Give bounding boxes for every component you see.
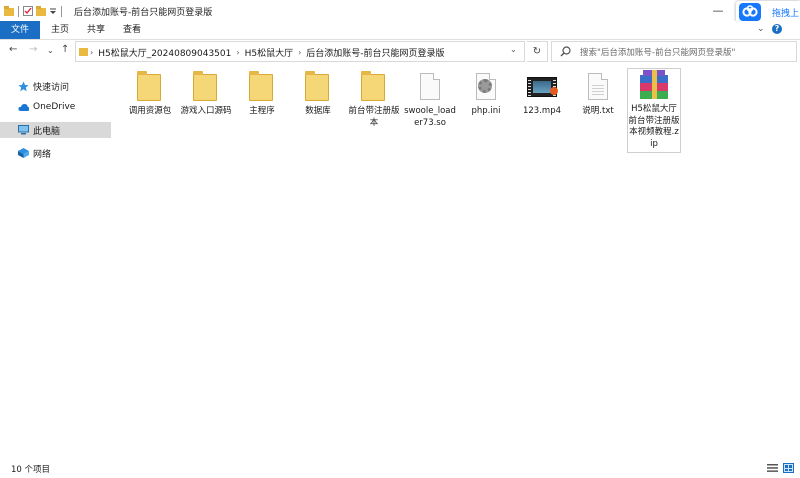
blank-file-icon: [414, 71, 446, 103]
cloud-icon: [18, 102, 29, 113]
file-item-text[interactable]: 说明.txt: [570, 71, 626, 118]
item-count: 10 个项目: [11, 465, 51, 475]
details-view-icon[interactable]: [767, 463, 778, 473]
quick-access-toolbar: [4, 4, 63, 18]
file-item-settings[interactable]: php.ini: [458, 71, 514, 118]
properties-icon[interactable]: [23, 6, 33, 16]
archive-file-icon: [638, 69, 670, 101]
file-item-video[interactable]: 123.mp4: [514, 71, 570, 118]
network-icon: [18, 148, 29, 159]
window-title: 后台添加账号-前台只能网页登录版: [74, 8, 213, 18]
new-folder-icon[interactable]: [36, 6, 46, 16]
tab-home[interactable]: 主页: [46, 21, 74, 39]
file-name: 游戏入口源码: [180, 106, 232, 116]
sidebar-item-label: 快速访问: [33, 82, 70, 93]
text-file-icon: [582, 71, 614, 103]
tab-view[interactable]: 查看: [118, 21, 146, 39]
folder-icon: [134, 71, 166, 103]
navigation-pane: 快速访问 OneDrive 此电脑 网络: [0, 62, 113, 457]
up-arrow-icon[interactable]: ↑: [61, 44, 69, 55]
tab-file[interactable]: 文件: [0, 21, 40, 39]
folder-icon: [4, 6, 14, 16]
sidebar-item-onedrive[interactable]: OneDrive: [0, 99, 111, 115]
breadcrumb-item-parent[interactable]: H5松鼠大厅: [245, 46, 294, 59]
toolbar-separator: [61, 5, 62, 17]
status-bar: 10 个项目: [0, 458, 800, 478]
title-bar: 后台添加账号-前台只能网页登录版 — 拖拽上: [0, 0, 800, 23]
file-item-folder[interactable]: 调用资源包: [122, 71, 178, 118]
settings-file-icon: [470, 71, 502, 103]
file-item-folder[interactable]: 数据库: [290, 71, 346, 118]
sidebar-item-network[interactable]: 网络: [0, 145, 111, 161]
file-item-file[interactable]: swoole_loader73.so: [402, 71, 458, 129]
file-name: 调用资源包: [128, 106, 172, 116]
video-file-icon: [526, 71, 558, 103]
file-name: 主程序: [249, 106, 275, 116]
sidebar-item-label: OneDrive: [33, 102, 76, 112]
search-placeholder: 搜索"后台添加账号-前台只能网页登录版": [580, 48, 736, 58]
file-name: php.ini: [471, 106, 501, 116]
computer-icon: [18, 125, 29, 136]
breadcrumb-item-root[interactable]: H5松鼠大厅_20240809043501: [98, 46, 231, 59]
minimize-button[interactable]: —: [706, 2, 730, 18]
help-icon[interactable]: ?: [772, 24, 782, 34]
location-folder-icon: [79, 48, 88, 56]
toolbar-separator: [18, 5, 19, 17]
file-name: 前台带注册版本: [348, 106, 400, 128]
navigation-bar: ← → ⌄ ↑ › H5松鼠大厅_20240809043501 › H5松鼠大厅…: [0, 40, 800, 62]
sidebar-item-label: 网络: [33, 149, 52, 160]
file-name: swoole_loader73.so: [404, 106, 456, 128]
sidebar-item-this-pc[interactable]: 此电脑: [0, 122, 111, 138]
sidebar-item-label: 此电脑: [33, 126, 61, 137]
recent-locations-icon[interactable]: ⌄: [47, 46, 54, 55]
refresh-icon[interactable]: ↻: [527, 41, 548, 62]
baidu-netdisk-icon: [739, 3, 761, 21]
file-item-folder[interactable]: 主程序: [234, 71, 290, 118]
tab-share[interactable]: 共享: [82, 21, 110, 39]
file-name: 说明.txt: [582, 106, 614, 116]
large-icons-view-icon[interactable]: [783, 463, 794, 473]
search-input[interactable]: 搜索"后台添加账号-前台只能网页登录版": [551, 41, 797, 62]
breadcrumb-separator: ›: [90, 48, 94, 57]
back-arrow-icon[interactable]: ←: [9, 44, 17, 55]
folder-icon: [190, 71, 222, 103]
address-bar[interactable]: › H5松鼠大厅_20240809043501 › H5松鼠大厅 › 后台添加账…: [75, 41, 525, 62]
folder-icon: [246, 71, 278, 103]
folder-icon: [358, 71, 390, 103]
breadcrumb-item-current[interactable]: 后台添加账号-前台只能网页登录版: [306, 46, 444, 59]
breadcrumb-separator: ›: [298, 48, 302, 57]
file-name: 数据库: [305, 106, 331, 116]
breadcrumb-separator: ›: [236, 48, 240, 57]
file-item-folder[interactable]: 游戏入口源码: [178, 71, 234, 118]
ribbon-expand-icon[interactable]: ⌄: [757, 24, 765, 34]
file-item-folder[interactable]: 前台带注册版本: [346, 71, 402, 129]
folder-icon: [302, 71, 334, 103]
baidu-netdisk-badge[interactable]: 拖拽上: [736, 1, 800, 23]
address-dropdown-icon[interactable]: ⌄: [510, 45, 517, 54]
forward-arrow-icon[interactable]: →: [29, 44, 37, 55]
search-icon: [560, 46, 571, 57]
customize-dropdown-icon[interactable]: [49, 6, 57, 16]
sidebar-item-quick-access[interactable]: 快速访问: [0, 78, 111, 94]
file-list: 调用资源包 游戏入口源码 主程序 数据库 前台带注册版本 swoole_load…: [114, 62, 800, 457]
file-name: H5松鼠大厅前台带注册版本视频教程.zip: [628, 104, 680, 149]
file-item-archive[interactable]: H5松鼠大厅前台带注册版本视频教程.zip: [627, 68, 681, 153]
file-name: 123.mp4: [522, 106, 561, 116]
breadcrumb: › H5松鼠大厅_20240809043501 › H5松鼠大厅 › 后台添加账…: [90, 46, 445, 59]
baidu-drag-label: 拖拽上: [772, 9, 800, 19]
ribbon-tabs: 文件 主页 共享 查看 ⌄ ?: [0, 21, 800, 40]
star-icon: [18, 81, 29, 92]
